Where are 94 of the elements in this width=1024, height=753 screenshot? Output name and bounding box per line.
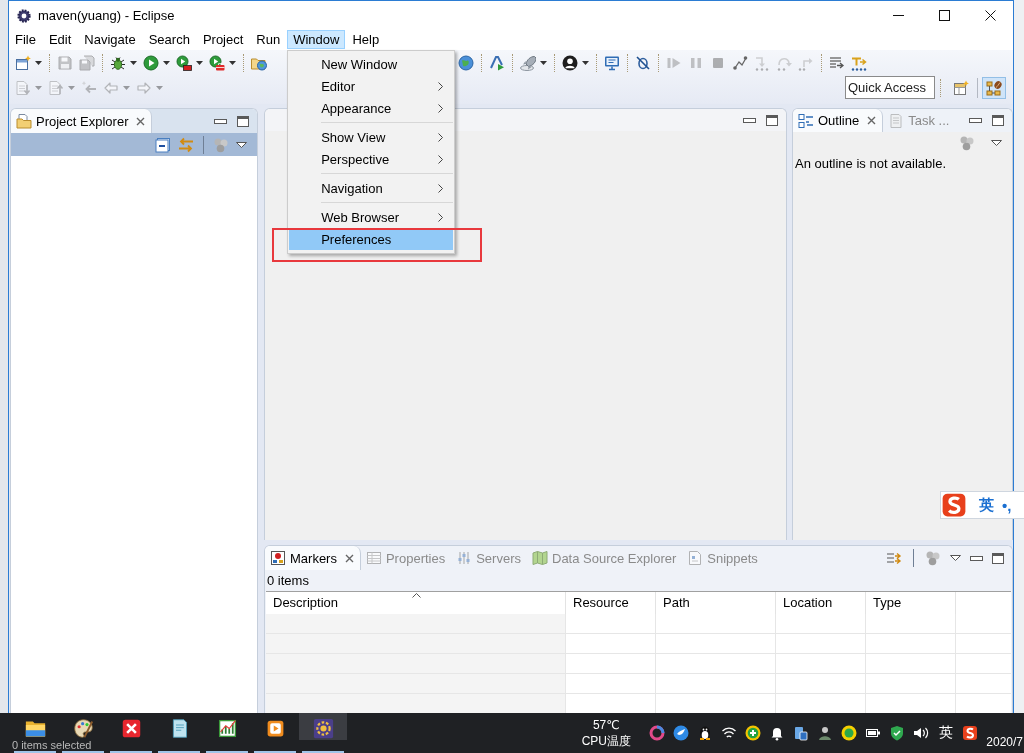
close-icon (984, 10, 996, 21)
feather-circle-icon[interactable] (673, 725, 690, 741)
collapse-icon[interactable] (155, 136, 171, 153)
user-icon (562, 54, 578, 71)
taskbar-app-button[interactable] (299, 713, 347, 740)
menu-item[interactable]: Help (346, 30, 386, 49)
minimize-icon[interactable] (970, 555, 983, 561)
cross-tile-icon (120, 718, 142, 739)
perspective-button[interactable] (982, 76, 1006, 99)
bug-icon (110, 54, 126, 71)
maximize-icon[interactable] (766, 114, 778, 126)
view-tab[interactable]: Outline (793, 109, 884, 132)
menu-item[interactable]: Editor (289, 75, 454, 97)
quick-access-field[interactable]: Quick Access (845, 76, 935, 99)
cpu-label: CPU温度 (581, 733, 631, 749)
menu-item[interactable]: Navigate (78, 30, 142, 49)
ime-punctuation[interactable]: •, (1002, 496, 1012, 514)
menu-item[interactable]: Run (250, 30, 287, 49)
speaker-icon[interactable] (913, 725, 930, 741)
gear-logo-icon (17, 8, 31, 23)
menu-item[interactable]: File (9, 30, 42, 49)
menu-item[interactable]: Web Browser (289, 206, 454, 228)
list-arrow-icon (829, 54, 845, 71)
close-icon[interactable] (344, 553, 354, 563)
window-sparkle-icon (15, 54, 31, 71)
ime-mode[interactable]: 英 (979, 495, 994, 515)
menu-item[interactable]: Window (287, 30, 346, 49)
gear-tile-icon (312, 718, 334, 739)
dropdown-triangle-icon[interactable] (236, 141, 247, 148)
folder-document-icon (16, 113, 32, 129)
palette-icon (72, 718, 94, 739)
menu-item[interactable]: New Window (289, 53, 454, 75)
close-icon[interactable] (136, 116, 146, 126)
crossed-oval-icon (635, 54, 651, 71)
minimize-icon[interactable] (743, 117, 756, 123)
devices-icon[interactable] (793, 725, 810, 741)
save-all-icon (79, 54, 95, 71)
minimize-icon[interactable] (214, 118, 227, 124)
ring-icon[interactable] (649, 725, 666, 741)
plus-circle-icon[interactable] (745, 725, 762, 741)
globe-icon (458, 54, 474, 71)
menu-item[interactable]: Search (142, 30, 196, 49)
maximize-icon[interactable] (992, 115, 1004, 126)
table-icon (365, 550, 382, 566)
menu-item[interactable]: Perspective (289, 148, 454, 170)
document-down-icon (15, 79, 31, 96)
input-language[interactable]: 英 (939, 724, 954, 742)
shield-icon[interactable] (889, 725, 906, 741)
map-icon (532, 550, 548, 566)
polyline-icon (732, 54, 748, 71)
play-toolbox-icon (209, 54, 225, 71)
chart-icon (216, 718, 238, 739)
dot-circle-icon[interactable] (841, 725, 858, 741)
item-count: 0 items (267, 573, 309, 588)
menu-item[interactable]: Show View (289, 126, 454, 148)
status-text: 0 items selected (12, 740, 92, 751)
close-icon[interactable] (867, 116, 877, 125)
document-icon (888, 112, 905, 129)
markers-board-icon (270, 550, 286, 566)
window-table-icon (953, 79, 969, 96)
hierarchy-bean-icon (986, 79, 1002, 96)
bell-icon[interactable] (769, 725, 786, 741)
peak-play-icon (489, 54, 505, 71)
menu-item[interactable]: Navigation (289, 177, 454, 199)
dropdown-triangle-icon[interactable] (991, 140, 1002, 146)
play-icon (143, 54, 159, 71)
minimize-icon[interactable] (969, 118, 982, 123)
monitor-icon (604, 54, 620, 71)
play-badge-icon (176, 54, 192, 71)
menu-item[interactable]: Edit (42, 30, 78, 49)
maximize-icon[interactable] (237, 115, 249, 127)
minimize-icon (892, 15, 904, 16)
view-tab[interactable]: Project Explorer (11, 109, 153, 133)
lines-arrows-icon[interactable] (886, 550, 902, 566)
tree-list-icon (798, 112, 814, 129)
maximize-icon (938, 10, 950, 21)
maximize-icon[interactable] (992, 552, 1004, 564)
clock[interactable]: 2020/7 (986, 735, 1023, 753)
window-title: maven(yuang) - Eclipse (38, 8, 175, 23)
s-logo-icon[interactable] (962, 725, 979, 741)
save-icon (57, 54, 73, 71)
step-into-icon (754, 54, 770, 71)
person-icon[interactable] (817, 725, 834, 741)
rocket-icon (520, 54, 536, 71)
outline-message: An outline is not available. (795, 156, 947, 171)
sliders-icon (456, 550, 473, 566)
document-up-icon (48, 79, 64, 96)
menu-item[interactable]: Appearance (289, 97, 454, 119)
star-arrow-icon (81, 79, 97, 96)
menu-item[interactable]: Preferences (289, 228, 454, 250)
menu-item[interactable]: Project (196, 30, 250, 49)
dropdown-triangle-icon[interactable] (950, 555, 961, 561)
cpu-temperature: 57℃ (592, 717, 620, 733)
view-tab[interactable]: Markers (265, 546, 361, 570)
